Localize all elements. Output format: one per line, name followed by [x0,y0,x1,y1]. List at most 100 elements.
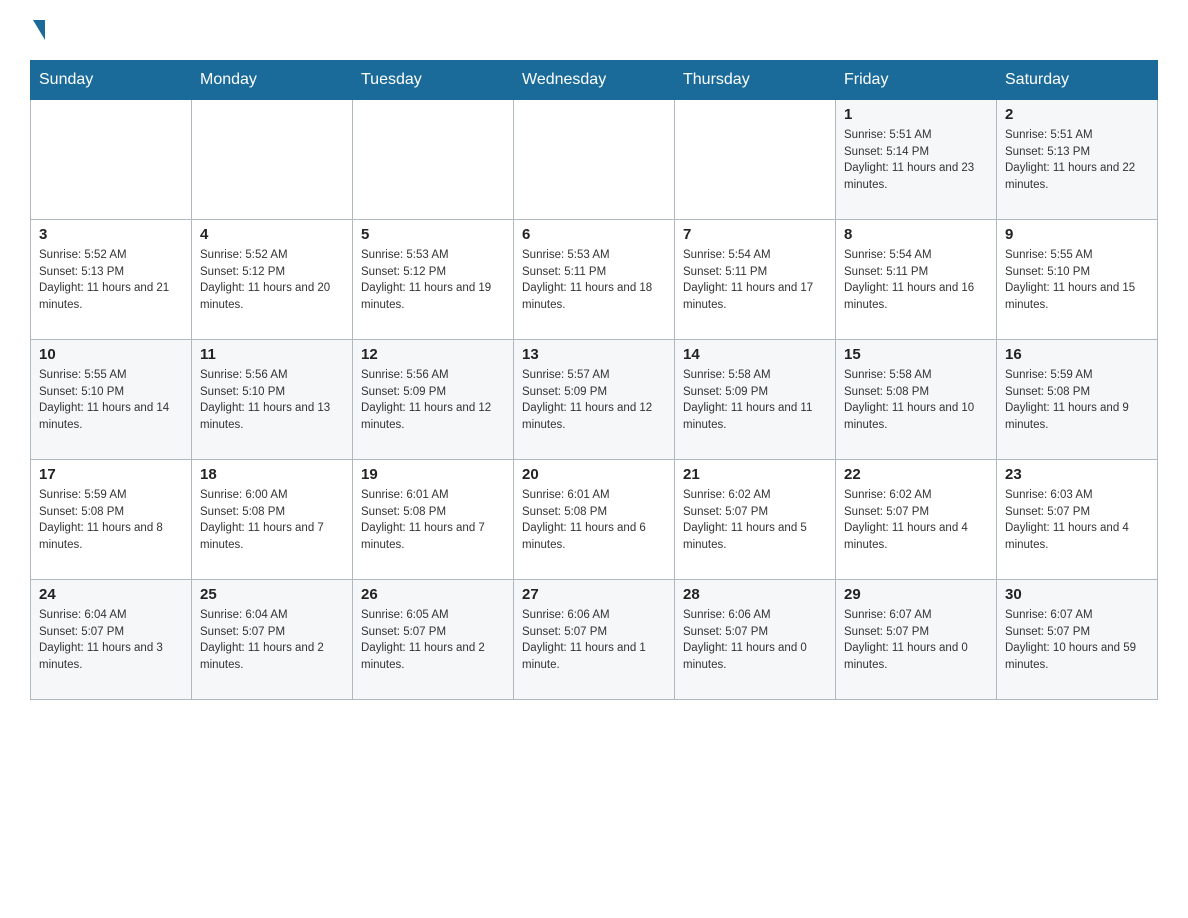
calendar-cell: 18 Sunrise: 6:00 AMSunset: 5:08 PMDayligh… [192,460,353,580]
day-number: 27 [522,586,666,603]
day-info: Sunrise: 6:07 AMSunset: 5:07 PMDaylight:… [1005,607,1149,674]
day-number: 25 [200,586,344,603]
calendar-cell: 19 Sunrise: 6:01 AMSunset: 5:08 PMDayligh… [353,460,514,580]
calendar-cell [675,100,836,220]
day-info: Sunrise: 6:02 AMSunset: 5:07 PMDaylight:… [683,487,827,554]
column-header-saturday: Saturday [997,61,1158,100]
day-number: 12 [361,346,505,363]
calendar-cell: 28 Sunrise: 6:06 AMSunset: 5:07 PMDayligh… [675,580,836,700]
calendar-header-row: SundayMondayTuesdayWednesdayThursdayFrid… [31,61,1158,100]
day-info: Sunrise: 5:58 AMSunset: 5:09 PMDaylight:… [683,367,827,434]
logo-triangle-icon [33,20,45,40]
day-info: Sunrise: 6:01 AMSunset: 5:08 PMDaylight:… [522,487,666,554]
day-number: 7 [683,226,827,243]
day-info: Sunrise: 6:00 AMSunset: 5:08 PMDaylight:… [200,487,344,554]
column-header-wednesday: Wednesday [514,61,675,100]
day-number: 16 [1005,346,1149,363]
day-info: Sunrise: 5:53 AMSunset: 5:12 PMDaylight:… [361,247,505,314]
day-info: Sunrise: 5:55 AMSunset: 5:10 PMDaylight:… [1005,247,1149,314]
calendar-cell [192,100,353,220]
column-header-friday: Friday [836,61,997,100]
day-number: 19 [361,466,505,483]
day-info: Sunrise: 5:52 AMSunset: 5:13 PMDaylight:… [39,247,183,314]
day-info: Sunrise: 5:56 AMSunset: 5:09 PMDaylight:… [361,367,505,434]
day-number: 29 [844,586,988,603]
day-info: Sunrise: 5:59 AMSunset: 5:08 PMDaylight:… [1005,367,1149,434]
day-number: 23 [1005,466,1149,483]
calendar-cell: 3 Sunrise: 5:52 AMSunset: 5:13 PMDaylight… [31,220,192,340]
day-number: 3 [39,226,183,243]
day-info: Sunrise: 6:06 AMSunset: 5:07 PMDaylight:… [522,607,666,674]
calendar-cell: 29 Sunrise: 6:07 AMSunset: 5:07 PMDayligh… [836,580,997,700]
day-number: 14 [683,346,827,363]
calendar-cell: 23 Sunrise: 6:03 AMSunset: 5:07 PMDayligh… [997,460,1158,580]
calendar-week-row: 1 Sunrise: 5:51 AMSunset: 5:14 PMDaylight… [31,100,1158,220]
day-info: Sunrise: 5:53 AMSunset: 5:11 PMDaylight:… [522,247,666,314]
day-number: 28 [683,586,827,603]
column-header-tuesday: Tuesday [353,61,514,100]
day-info: Sunrise: 6:04 AMSunset: 5:07 PMDaylight:… [39,607,183,674]
day-number: 11 [200,346,344,363]
page-header [30,20,1158,40]
calendar-cell: 24Sunrise: 6:04 AMSunset: 5:07 PMDayligh… [31,580,192,700]
column-header-sunday: Sunday [31,61,192,100]
calendar-week-row: 3 Sunrise: 5:52 AMSunset: 5:13 PMDaylight… [31,220,1158,340]
day-info: Sunrise: 6:07 AMSunset: 5:07 PMDaylight:… [844,607,988,674]
calendar-cell [353,100,514,220]
day-info: Sunrise: 5:55 AMSunset: 5:10 PMDaylight:… [39,367,183,434]
calendar-cell: 22 Sunrise: 6:02 AMSunset: 5:07 PMDayligh… [836,460,997,580]
day-number: 13 [522,346,666,363]
calendar-cell: 11 Sunrise: 5:56 AMSunset: 5:10 PMDayligh… [192,340,353,460]
day-info: Sunrise: 5:51 AMSunset: 5:13 PMDaylight:… [1005,127,1149,194]
calendar-cell: 20 Sunrise: 6:01 AMSunset: 5:08 PMDayligh… [514,460,675,580]
calendar-cell: 8 Sunrise: 5:54 AMSunset: 5:11 PMDaylight… [836,220,997,340]
calendar-cell: 17 Sunrise: 5:59 AMSunset: 5:08 PMDayligh… [31,460,192,580]
day-info: Sunrise: 6:04 AMSunset: 5:07 PMDaylight:… [200,607,344,674]
calendar-cell: 27 Sunrise: 6:06 AMSunset: 5:07 PMDayligh… [514,580,675,700]
day-number: 22 [844,466,988,483]
calendar-cell: 2Sunrise: 5:51 AMSunset: 5:13 PMDaylight… [997,100,1158,220]
day-number: 5 [361,226,505,243]
day-number: 18 [200,466,344,483]
day-number: 26 [361,586,505,603]
day-number: 20 [522,466,666,483]
day-info: Sunrise: 5:51 AMSunset: 5:14 PMDaylight:… [844,127,988,194]
day-info: Sunrise: 5:54 AMSunset: 5:11 PMDaylight:… [844,247,988,314]
calendar-cell: 15Sunrise: 5:58 AMSunset: 5:08 PMDayligh… [836,340,997,460]
day-info: Sunrise: 5:56 AMSunset: 5:10 PMDaylight:… [200,367,344,434]
logo [30,20,45,40]
calendar-table: SundayMondayTuesdayWednesdayThursdayFrid… [30,60,1158,700]
calendar-cell: 10 Sunrise: 5:55 AMSunset: 5:10 PMDayligh… [31,340,192,460]
calendar-cell: 25 Sunrise: 6:04 AMSunset: 5:07 PMDayligh… [192,580,353,700]
day-info: Sunrise: 6:05 AMSunset: 5:07 PMDaylight:… [361,607,505,674]
calendar-cell: 6 Sunrise: 5:53 AMSunset: 5:11 PMDaylight… [514,220,675,340]
calendar-week-row: 10 Sunrise: 5:55 AMSunset: 5:10 PMDayligh… [31,340,1158,460]
day-info: Sunrise: 6:02 AMSunset: 5:07 PMDaylight:… [844,487,988,554]
calendar-cell: 7Sunrise: 5:54 AMSunset: 5:11 PMDaylight… [675,220,836,340]
calendar-cell: 13 Sunrise: 5:57 AMSunset: 5:09 PMDayligh… [514,340,675,460]
day-number: 9 [1005,226,1149,243]
day-number: 17 [39,466,183,483]
calendar-cell [514,100,675,220]
day-info: Sunrise: 5:58 AMSunset: 5:08 PMDaylight:… [844,367,988,434]
calendar-cell: 30 Sunrise: 6:07 AMSunset: 5:07 PMDayligh… [997,580,1158,700]
calendar-week-row: 24Sunrise: 6:04 AMSunset: 5:07 PMDayligh… [31,580,1158,700]
calendar-cell [31,100,192,220]
day-info: Sunrise: 6:03 AMSunset: 5:07 PMDaylight:… [1005,487,1149,554]
day-number: 30 [1005,586,1149,603]
day-info: Sunrise: 5:59 AMSunset: 5:08 PMDaylight:… [39,487,183,554]
calendar-cell: 26 Sunrise: 6:05 AMSunset: 5:07 PMDayligh… [353,580,514,700]
day-number: 21 [683,466,827,483]
day-number: 10 [39,346,183,363]
day-info: Sunrise: 5:57 AMSunset: 5:09 PMDaylight:… [522,367,666,434]
day-info: Sunrise: 6:06 AMSunset: 5:07 PMDaylight:… [683,607,827,674]
day-info: Sunrise: 6:01 AMSunset: 5:08 PMDaylight:… [361,487,505,554]
day-number: 1 [844,106,988,123]
day-number: 6 [522,226,666,243]
calendar-cell: 21 Sunrise: 6:02 AMSunset: 5:07 PMDayligh… [675,460,836,580]
day-number: 8 [844,226,988,243]
calendar-cell: 14 Sunrise: 5:58 AMSunset: 5:09 PMDayligh… [675,340,836,460]
calendar-cell: 1 Sunrise: 5:51 AMSunset: 5:14 PMDaylight… [836,100,997,220]
day-number: 4 [200,226,344,243]
calendar-cell: 4Sunrise: 5:52 AMSunset: 5:12 PMDaylight… [192,220,353,340]
